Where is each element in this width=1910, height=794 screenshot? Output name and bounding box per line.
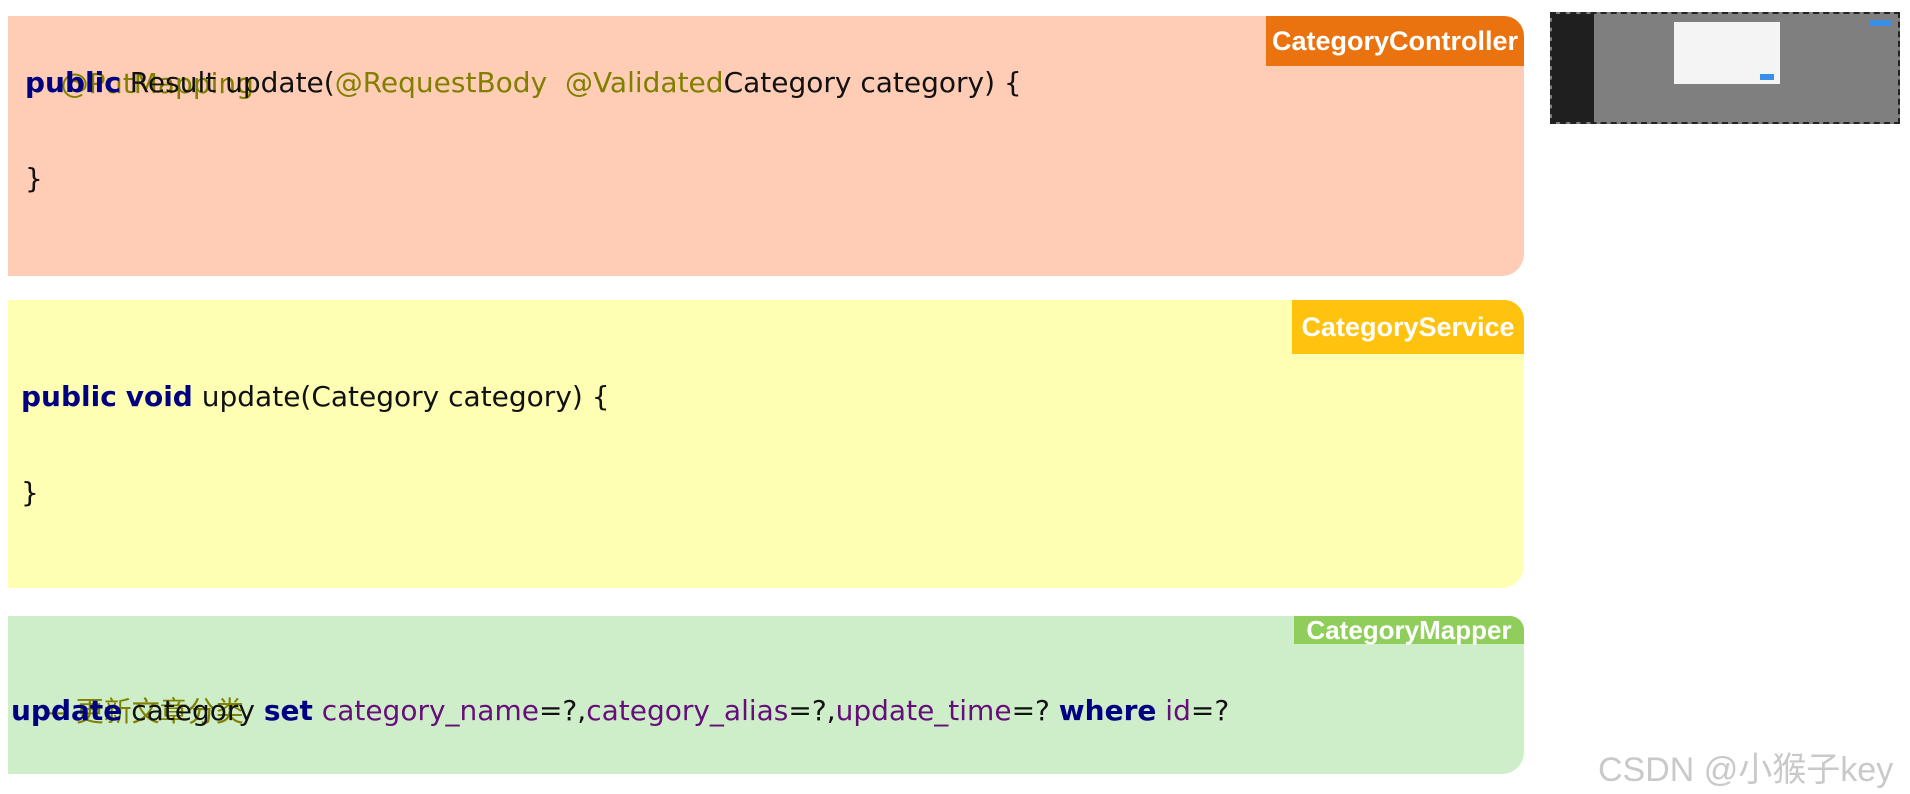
sql-column: id [1165, 694, 1191, 727]
service-signature-line: public void update(Category category) { [21, 380, 610, 414]
keyword: public [21, 380, 117, 413]
sql-column: category_name [321, 694, 539, 727]
code-text: Result update( [120, 66, 335, 99]
code-text: update(Category category) { [192, 380, 610, 413]
service-closing-brace: } [21, 476, 39, 509]
code-text: =? [1190, 694, 1230, 727]
mapper-panel: CategoryMapper -- 更新文章分类 update category… [8, 616, 1524, 774]
controller-panel: CategoryController @PutMapping public Re… [8, 16, 1524, 276]
controller-signature-line: public Result update(@RequestBody @Valid… [25, 66, 1022, 100]
validated-annotation: @Validated [564, 66, 724, 99]
thumbnail-add-button [1870, 20, 1892, 26]
code-text: =?, [538, 694, 587, 727]
sql-keyword: update [11, 694, 123, 727]
code-text: Category category) { [723, 66, 1022, 99]
keyword: public [25, 66, 121, 99]
thumbnail-confirm-button [1760, 74, 1774, 80]
controller-closing-brace: } [25, 162, 43, 195]
sql-column: category_alias [586, 694, 789, 727]
ui-screenshot-thumbnail [1550, 12, 1900, 124]
keyword: void [125, 380, 193, 413]
sql-column: update_time [835, 694, 1012, 727]
thumbnail-sidebar [1552, 14, 1594, 122]
code-text: =?, [788, 694, 836, 727]
sql-keyword: where [1058, 694, 1157, 727]
service-panel: CategoryService public void update(Categ… [8, 300, 1524, 588]
sql-statement-line: update category set category_name=?,cate… [11, 694, 1229, 728]
code-text: =? [1011, 694, 1059, 727]
mapper-tag: CategoryMapper [1294, 616, 1524, 644]
code-text: category [122, 694, 264, 727]
sql-keyword: set [263, 694, 313, 727]
controller-tag: CategoryController [1266, 16, 1524, 66]
watermark: CSDN @小猴子key [1598, 751, 1894, 789]
requestbody-annotation: @RequestBody [334, 66, 548, 99]
service-tag: CategoryService [1292, 300, 1524, 354]
